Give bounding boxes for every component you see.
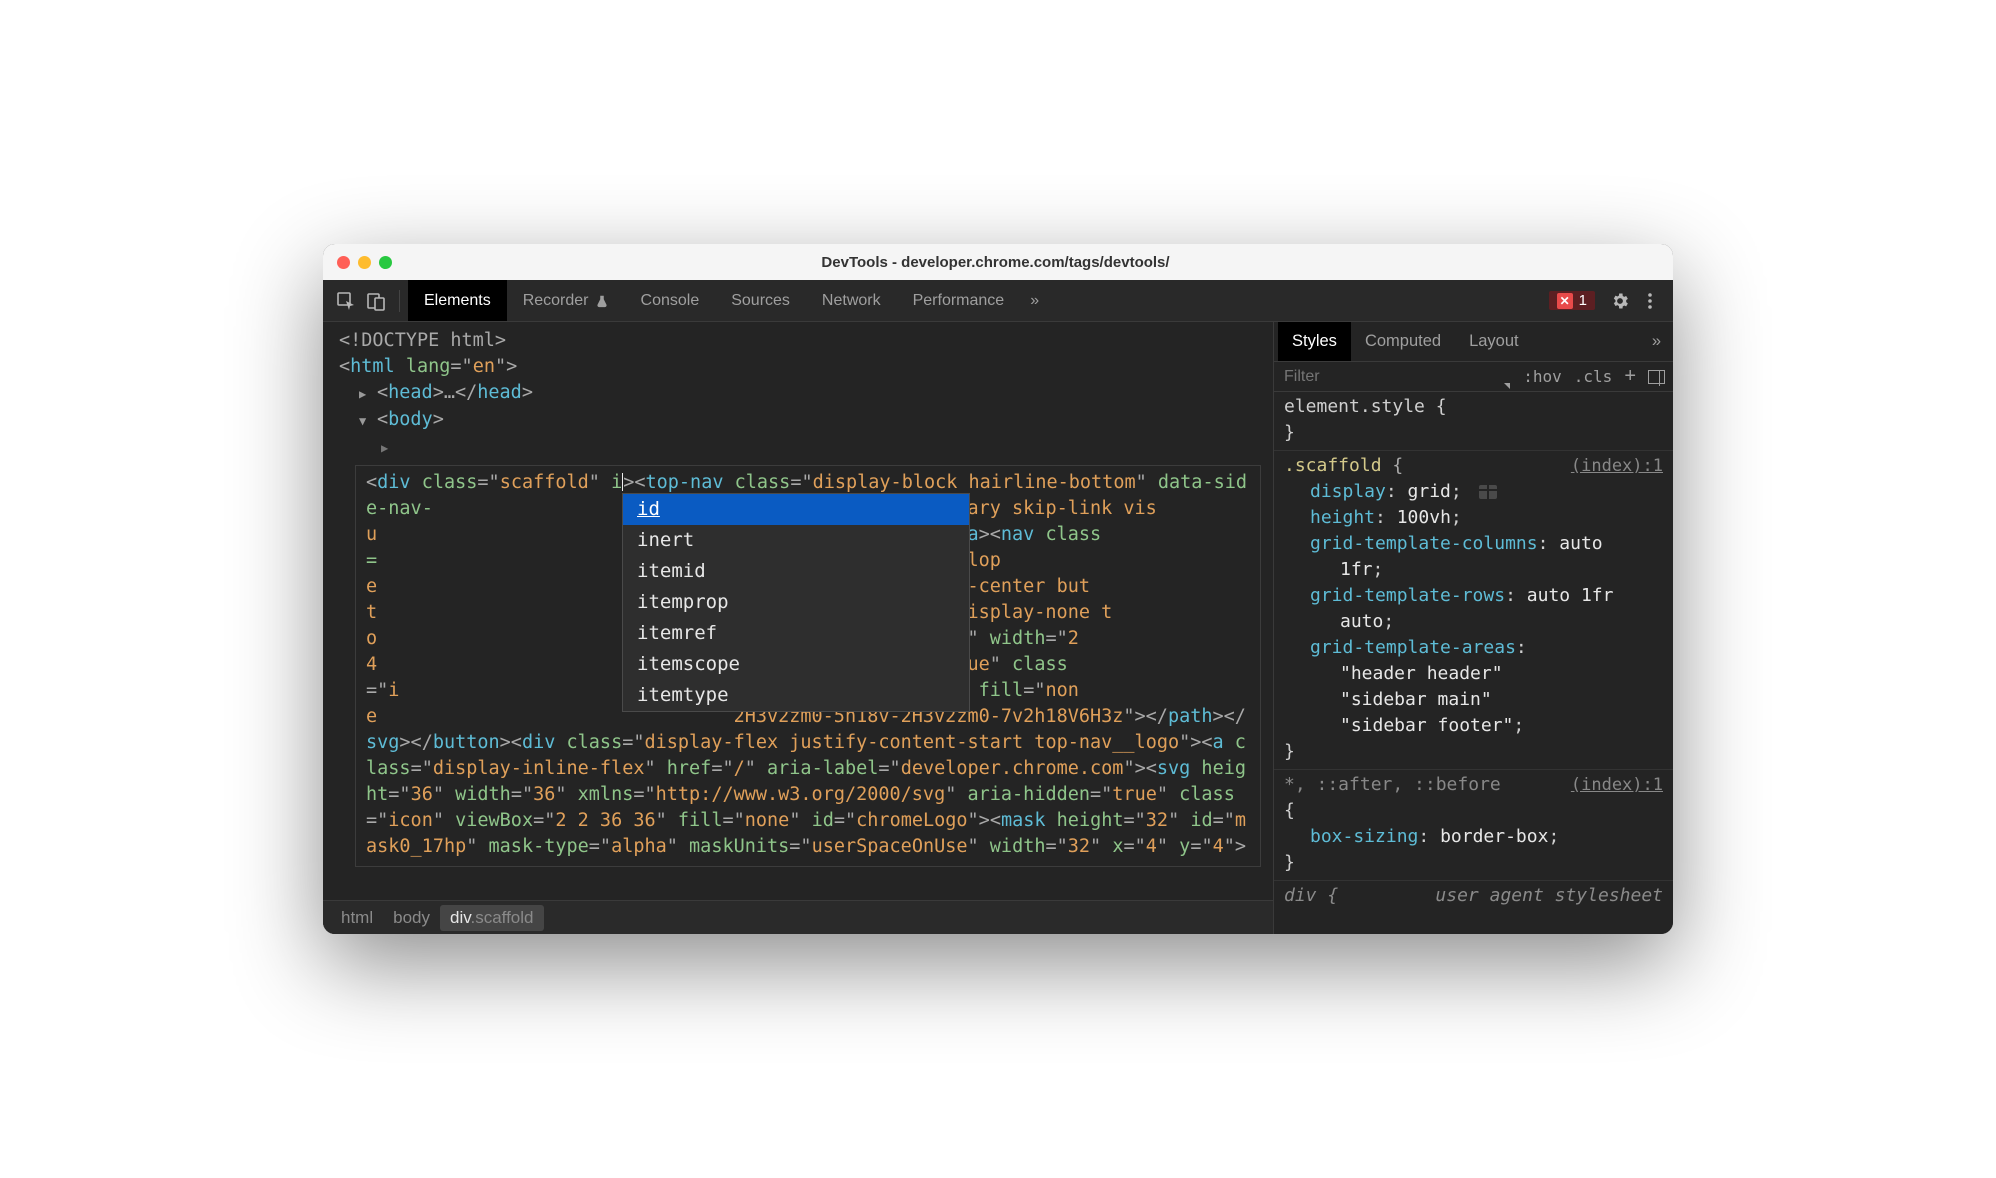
element-style-rule[interactable]: element.style { } (1274, 392, 1673, 451)
tab-sources[interactable]: Sources (715, 280, 806, 321)
panel-tabs: Elements Recorder Console Sources Networ… (408, 280, 1049, 321)
ua-stylesheet-label: user agent stylesheet (1435, 883, 1663, 909)
cls-toggle[interactable]: .cls (1574, 367, 1613, 386)
styles-filter-input[interactable] (1282, 367, 1372, 387)
sidebar-tabs: Styles Computed Layout » (1274, 322, 1673, 362)
zoom-window-button[interactable] (379, 256, 392, 269)
breadcrumb: html body div.scaffold (323, 900, 1273, 934)
editing-attribute[interactable]: i (611, 472, 622, 493)
tab-performance[interactable]: Performance (897, 280, 1021, 321)
error-count-badge[interactable]: ✕ 1 (1549, 291, 1595, 310)
tab-network[interactable]: Network (806, 280, 897, 321)
inspect-icon[interactable] (331, 286, 361, 316)
toolbar-divider (399, 290, 400, 312)
sidebar-tab-computed[interactable]: Computed (1351, 322, 1455, 361)
minimize-window-button[interactable] (358, 256, 371, 269)
elements-panel: <!DOCTYPE html> <html lang="en"> ▶<head>… (323, 322, 1273, 934)
more-sidebar-tabs-icon[interactable]: » (1652, 332, 1669, 351)
ua-style-rule[interactable]: div { user agent stylesheet (1274, 881, 1673, 913)
sidebar-tab-styles[interactable]: Styles (1278, 322, 1351, 361)
window-title: DevTools - developer.chrome.com/tags/dev… (392, 254, 1599, 271)
styles-sidebar: Styles Computed Layout » :hov .cls + (1273, 322, 1673, 934)
workarea: <!DOCTYPE html> <html lang="en"> ▶<head>… (323, 322, 1673, 934)
computed-styles-toggle-icon[interactable] (1648, 370, 1665, 384)
rule-source-link[interactable]: (index):1 (1571, 772, 1663, 798)
tab-recorder[interactable]: Recorder (507, 280, 625, 321)
attribute-autocomplete: id inert itemid itemprop itemref itemsco… (622, 493, 970, 712)
autocomplete-option[interactable]: itemref (623, 618, 969, 649)
doctype-node[interactable]: <!DOCTYPE html> (339, 330, 506, 351)
titlebar: DevTools - developer.chrome.com/tags/dev… (323, 244, 1673, 280)
close-window-button[interactable] (337, 256, 350, 269)
error-icon: ✕ (1557, 293, 1573, 309)
body-node[interactable]: ▼<body> (329, 407, 1267, 434)
kebab-menu-icon[interactable] (1635, 286, 1665, 316)
settings-icon[interactable] (1605, 286, 1635, 316)
error-count: 1 (1579, 292, 1587, 309)
autocomplete-option[interactable]: inert (623, 525, 969, 556)
device-toggle-icon[interactable] (361, 286, 391, 316)
sidebar-tab-layout[interactable]: Layout (1455, 322, 1533, 361)
tab-elements[interactable]: Elements (408, 280, 507, 321)
tab-console[interactable]: Console (625, 280, 716, 321)
autocomplete-option[interactable]: itemprop (623, 587, 969, 618)
new-style-rule-icon[interactable]: + (1624, 365, 1636, 388)
styles-filter-bar: :hov .cls + (1274, 362, 1673, 392)
selected-dom-node[interactable]: <div class="scaffold" i><top-nav class="… (355, 465, 1261, 867)
head-node[interactable]: ▶<head>…</head> (329, 380, 1267, 407)
autocomplete-option[interactable]: itemid (623, 556, 969, 587)
style-rules: element.style { } .scaffold { (index):1 … (1274, 392, 1673, 934)
autocomplete-option[interactable]: id (623, 494, 969, 525)
main-toolbar: Elements Recorder Console Sources Networ… (323, 280, 1673, 322)
breadcrumb-item[interactable]: html (331, 905, 383, 931)
window-controls (337, 256, 392, 269)
breadcrumb-item-selected[interactable]: div.scaffold (440, 905, 544, 931)
style-rule[interactable]: *, ::after, ::before (index):1 { box-siz… (1274, 770, 1673, 881)
devtools-window: DevTools - developer.chrome.com/tags/dev… (323, 244, 1673, 934)
dom-tree[interactable]: <!DOCTYPE html> <html lang="en"> ▶<head>… (323, 322, 1273, 900)
autocomplete-option[interactable]: itemscope (623, 649, 969, 680)
rule-source-link[interactable]: (index):1 (1571, 453, 1663, 479)
hov-toggle[interactable]: :hov (1523, 367, 1562, 386)
style-rule[interactable]: .scaffold { (index):1 display: grid; hei… (1274, 451, 1673, 770)
more-tabs-icon[interactable]: » (1020, 292, 1049, 310)
flask-icon (595, 294, 609, 308)
grid-badge-icon[interactable] (1479, 485, 1497, 499)
autocomplete-option[interactable]: itemtype (623, 680, 969, 711)
breadcrumb-item[interactable]: body (383, 905, 440, 931)
